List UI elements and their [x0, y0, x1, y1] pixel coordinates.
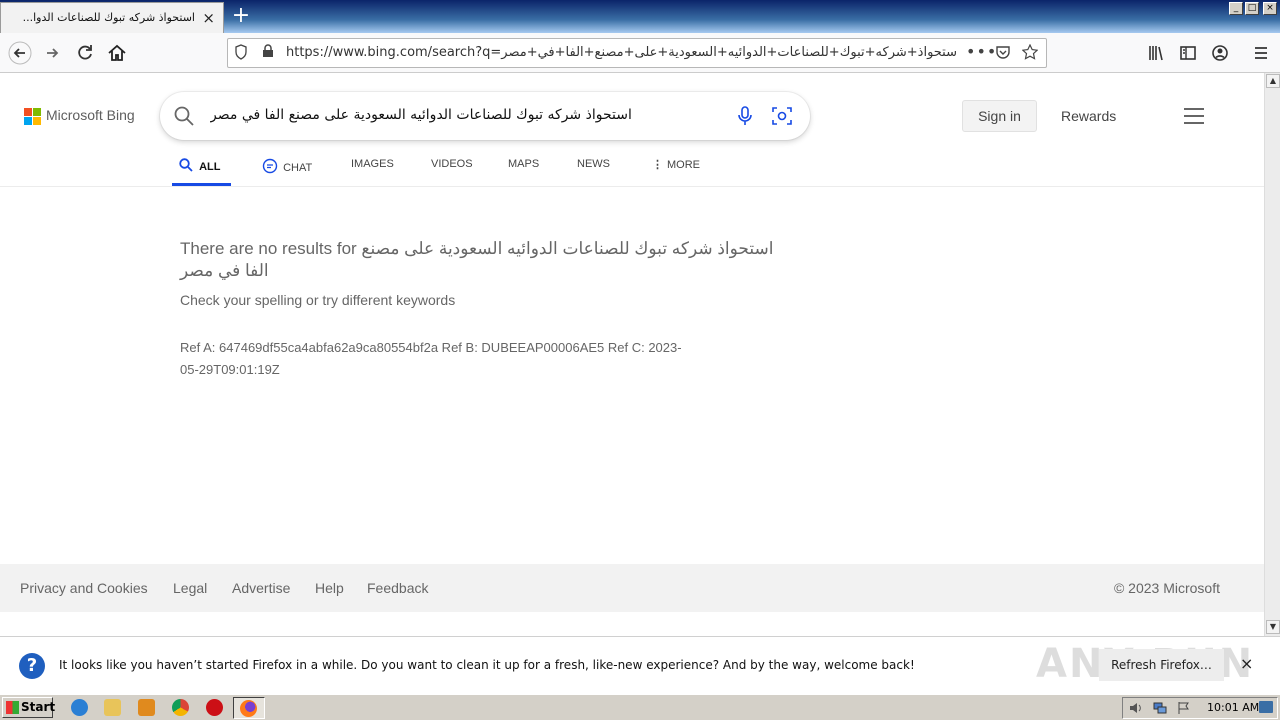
more-dots-icon: ⋮ [652, 159, 663, 171]
search-box[interactable]: استحواذ شركه تبوك للصناعات الدوائيه السع… [160, 92, 810, 140]
navigation-toolbar: https://www.bing.com/search?q=استحواذ+شر… [0, 33, 1280, 73]
firefox-taskbar-button[interactable] [233, 697, 265, 719]
minimize-button[interactable]: _ [1229, 2, 1243, 15]
tab-all[interactable]: ALL [179, 158, 220, 186]
library-icon[interactable] [1144, 41, 1168, 65]
back-icon[interactable] [8, 41, 32, 65]
firefox-icon [240, 700, 257, 717]
tab-images[interactable]: IMAGES [351, 158, 394, 186]
bing-logo[interactable]: Microsoft Bing [24, 107, 144, 127]
reload-icon[interactable] [73, 41, 97, 65]
bing-menu-icon[interactable] [1184, 108, 1204, 124]
page-footer: Privacy and Cookies Legal Advertise Help… [0, 564, 1264, 612]
logo-square-blue [24, 117, 32, 125]
tab-maps[interactable]: MAPS [508, 158, 539, 186]
account-icon[interactable] [1208, 41, 1232, 65]
visual-search-icon[interactable] [772, 106, 792, 130]
home-icon[interactable] [105, 41, 129, 65]
search-scope-icon [179, 158, 193, 172]
url-text[interactable]: https://www.bing.com/search?q=استحواذ+شر… [286, 45, 958, 60]
search-icon[interactable] [174, 106, 194, 130]
forward-icon[interactable] [41, 41, 65, 65]
tab-more[interactable]: ⋮ MORE [652, 158, 700, 186]
new-tab-button[interactable]: + [230, 3, 252, 29]
spelling-hint: Check your spelling or try different key… [180, 292, 456, 308]
browser-tab-bar: استحواذ شركه تبوك للصناعات الدوا... × + … [0, 0, 1280, 33]
windows-taskbar: Start 10:01 AM [0, 694, 1280, 720]
microphone-icon[interactable] [738, 106, 752, 130]
system-clock: 10:01 AM [1207, 701, 1260, 714]
sign-in-button[interactable]: Sign in [962, 100, 1037, 132]
hamburger-menu-icon[interactable] [1249, 41, 1273, 65]
volume-icon[interactable] [1129, 700, 1143, 714]
action-center-flag-icon[interactable] [1177, 700, 1191, 714]
pocket-icon[interactable] [995, 44, 1011, 64]
vertical-scrollbar[interactable]: ▲ ▼ [1264, 73, 1280, 636]
tab-news[interactable]: NEWS [577, 158, 610, 186]
tab-close-icon[interactable]: × [202, 9, 215, 27]
system-tray: 10:01 AM [1122, 697, 1278, 719]
show-desktop-icon[interactable] [1259, 701, 1273, 713]
notification-bar: ANY RUN ? It looks like you haven’t star… [0, 636, 1280, 694]
tab-chat-label: CHAT [283, 162, 313, 174]
no-results-message: There are no results for استحواذ شركه تب… [180, 239, 774, 280]
shield-icon[interactable] [234, 44, 248, 64]
tab-chat[interactable]: CHAT [262, 158, 312, 186]
tab-more-label: MORE [667, 159, 700, 171]
copyright-text: © 2023 Microsoft [1113, 580, 1220, 596]
logo-square-red [24, 108, 32, 116]
tab-title: استحواذ شركه تبوك للصناعات الدوا... [22, 11, 195, 24]
page-actions-icon[interactable]: ••• [966, 42, 997, 61]
footer-link-privacy[interactable]: Privacy and Cookies [20, 580, 148, 596]
notification-close-icon[interactable]: × [1240, 654, 1253, 673]
bookmark-star-icon[interactable] [1021, 43, 1039, 64]
url-bar[interactable]: https://www.bing.com/search?q=استحواذ+شر… [227, 38, 1047, 68]
logo-square-green [33, 108, 41, 116]
network-icon[interactable] [1153, 700, 1167, 714]
internet-explorer-icon[interactable] [71, 699, 88, 716]
notification-text: It looks like you haven’t started Firefo… [59, 658, 915, 672]
file-explorer-icon[interactable] [104, 699, 121, 716]
logo-text: Microsoft Bing [46, 107, 135, 123]
restore-button[interactable]: □ [1245, 2, 1259, 15]
chat-icon [262, 158, 278, 174]
windows-logo-icon [6, 701, 19, 714]
scroll-down-icon[interactable]: ▼ [1266, 620, 1280, 634]
question-icon: ? [19, 653, 45, 679]
header-divider [0, 186, 1264, 187]
footer-link-feedback[interactable]: Feedback [367, 580, 428, 596]
media-player-icon[interactable] [138, 699, 155, 716]
chrome-icon[interactable] [172, 699, 189, 716]
opera-icon[interactable] [206, 699, 223, 716]
close-window-button[interactable]: × [1263, 2, 1277, 15]
browser-tab[interactable]: استحواذ شركه تبوك للصناعات الدوا... × [0, 2, 224, 33]
rewards-link[interactable]: Rewards [1061, 108, 1116, 124]
lock-icon[interactable] [262, 44, 274, 62]
footer-link-help[interactable]: Help [315, 580, 344, 596]
footer-link-legal[interactable]: Legal [173, 580, 207, 596]
scroll-up-icon[interactable]: ▲ [1266, 74, 1280, 88]
sidebar-icon[interactable] [1176, 41, 1200, 65]
footer-link-advertise[interactable]: Advertise [232, 580, 290, 596]
reference-ids: Ref A: 647469df55ca4abfa62a9ca80554bf2a … [180, 340, 682, 377]
search-input[interactable]: استحواذ شركه تبوك للصناعات الدوائيه السع… [210, 107, 750, 123]
tab-videos[interactable]: VIDEOS [431, 158, 473, 186]
refresh-firefox-button[interactable]: Refresh Firefox… [1099, 649, 1224, 681]
tab-all-label: ALL [199, 161, 221, 173]
start-button[interactable]: Start [2, 697, 56, 718]
logo-square-yellow [33, 117, 41, 125]
start-label: Start [21, 700, 56, 714]
